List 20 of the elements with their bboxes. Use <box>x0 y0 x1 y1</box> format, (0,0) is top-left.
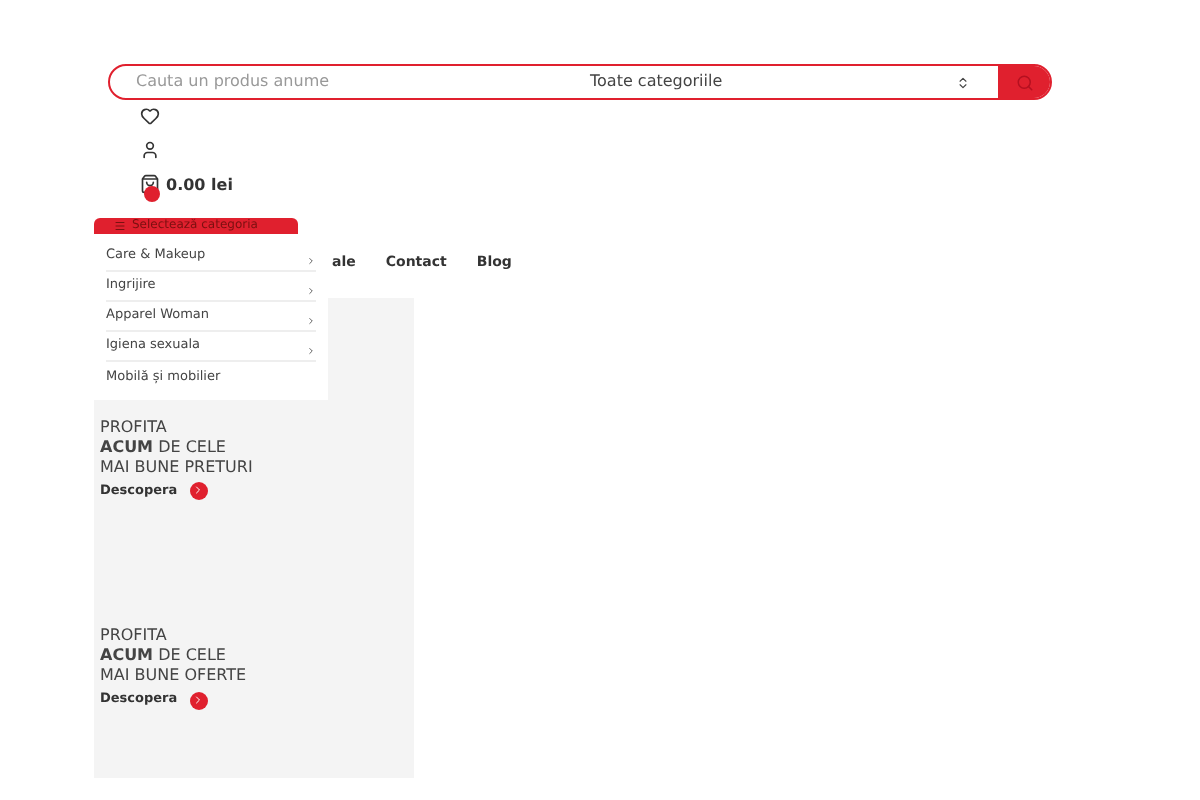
promo-text: PROFITA <box>100 417 169 437</box>
user-icon[interactable] <box>140 140 160 160</box>
promo-text: MAI BUNE OFERTE <box>100 666 249 687</box>
search-button[interactable] <box>998 66 1050 98</box>
promo-text: ACUM DE CELE <box>100 646 228 667</box>
chevron-icon <box>306 346 316 356</box>
promo-text: MAI BUNE PRETURI <box>100 457 255 477</box>
chevron-icon <box>306 286 316 296</box>
heart-icon[interactable] <box>140 106 160 126</box>
cart-total: 0.00 lei <box>166 174 233 198</box>
search-field[interactable]: Cauta un produs anume Toate categoriile <box>108 64 1052 100</box>
menu-icon <box>114 220 126 232</box>
category-select[interactable]: Toate categoriile <box>590 70 970 94</box>
updown-icon <box>956 75 970 89</box>
chevron-icon <box>306 316 316 326</box>
promo-text: ACUM DE CELE <box>100 437 228 457</box>
chevron-icon <box>306 256 316 266</box>
search-icon <box>1015 73 1033 91</box>
bag-icon[interactable] <box>140 174 160 194</box>
promo-text: PROFITA <box>100 626 169 647</box>
